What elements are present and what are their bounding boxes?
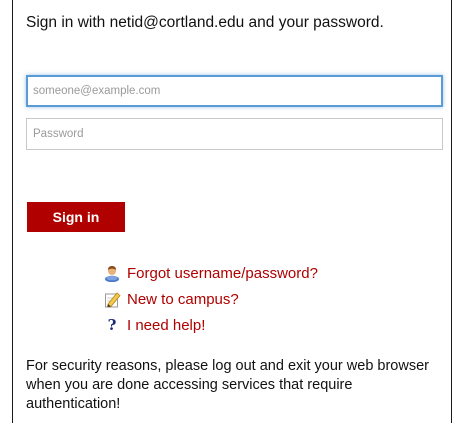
security-notice: For security reasons, please log out and… — [26, 358, 429, 412]
question-icon: ? — [107, 316, 117, 334]
need-help-row: ? I need help! — [103, 316, 206, 334]
page-heading: Sign in with netid@cortland.edu and your… — [26, 14, 384, 31]
user-icon — [103, 264, 121, 282]
forgot-credentials-link[interactable]: Forgot username/password? — [127, 265, 318, 282]
email-input[interactable] — [26, 75, 443, 107]
new-to-campus-link[interactable]: New to campus? — [127, 291, 239, 308]
forgot-credentials-row: Forgot username/password? — [103, 264, 318, 282]
sign-in-button[interactable]: Sign in — [27, 202, 125, 232]
pencil-icon — [103, 290, 121, 308]
password-input[interactable] — [26, 118, 443, 150]
new-to-campus-row: New to campus? — [103, 290, 239, 308]
need-help-link[interactable]: I need help! — [127, 317, 205, 334]
